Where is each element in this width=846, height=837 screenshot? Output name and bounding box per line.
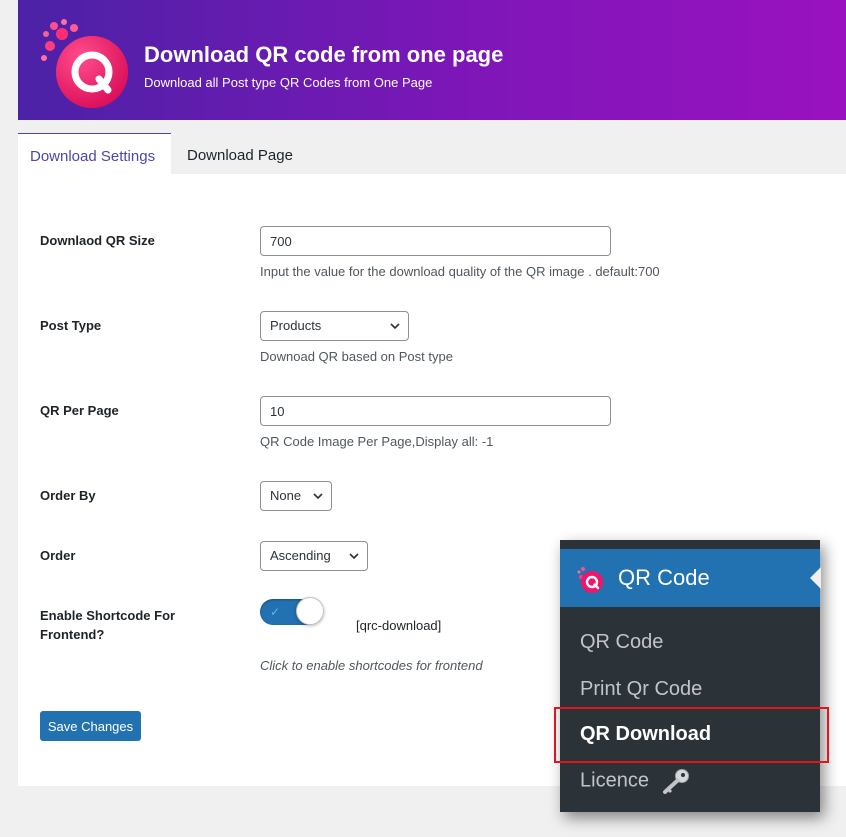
- menu-active-arrow: [810, 567, 821, 589]
- menu-item-qr-download[interactable]: QR Download: [580, 723, 711, 746]
- qr-logo-icon: [41, 19, 128, 108]
- shortcode-label-line2: Frontend?: [40, 627, 105, 642]
- order-label: Order: [40, 548, 76, 563]
- qr-size-description: Input the value for the download quality…: [260, 264, 660, 279]
- shortcode-label-line1: Enable Shortcode For: [40, 608, 176, 623]
- order-select[interactable]: Ascending: [260, 541, 368, 571]
- per-page-input[interactable]: [260, 396, 611, 426]
- post-type-selected: Products: [270, 318, 322, 333]
- chevron-down-icon: [349, 553, 359, 560]
- menu-item-licence[interactable]: Licence: [580, 768, 691, 794]
- post-type-description: Downoad QR based on Post type: [260, 349, 453, 364]
- order-by-select[interactable]: None: [260, 481, 332, 511]
- chevron-down-icon: [390, 323, 400, 330]
- post-type-select[interactable]: Products: [260, 311, 409, 341]
- menu-item-print-qr-code[interactable]: Print Qr Code: [580, 678, 702, 701]
- tab-download-page[interactable]: Download Page: [175, 133, 305, 174]
- per-page-label: QR Per Page: [40, 403, 119, 418]
- menu-title: QR Code: [618, 565, 710, 590]
- menu-item-qr-code[interactable]: QR Code: [580, 631, 663, 654]
- chevron-down-icon: [313, 493, 323, 500]
- page-subtitle: Download all Post type QR Codes from One…: [144, 75, 433, 90]
- save-changes-button[interactable]: Save Changes: [40, 711, 141, 741]
- qr-size-label: Downlaod QR Size: [40, 233, 155, 248]
- menu-item-licence-label: Licence: [580, 769, 649, 792]
- shortcode-label: Enable Shortcode For Frontend?: [40, 606, 175, 644]
- settings-tabs: Download Settings Download Page: [18, 133, 846, 174]
- order-by-selected: None: [270, 488, 302, 503]
- order-by-label: Order By: [40, 488, 96, 503]
- order-selected: Ascending: [270, 548, 331, 563]
- toggle-knob: [296, 597, 324, 625]
- page-title: Download QR code from one page: [144, 42, 504, 67]
- shortcode-text: [qrc-download]: [356, 618, 442, 633]
- qr-size-input[interactable]: [260, 226, 611, 256]
- post-type-label: Post Type: [40, 318, 102, 333]
- admin-menu-overlay: QR Code QR Code Print Qr Code QR Downloa…: [554, 540, 829, 812]
- per-page-description: QR Code Image Per Page,Display all: -1: [260, 434, 494, 449]
- plugin-header: Download QR code from one page Download …: [18, 0, 846, 120]
- tab-download-settings[interactable]: Download Settings: [18, 133, 171, 174]
- shortcode-toggle[interactable]: ✓: [260, 597, 324, 625]
- menu-header[interactable]: QR Code: [560, 549, 821, 607]
- shortcode-description: Click to enable shortcodes for frontend: [260, 658, 483, 673]
- qr-logo-icon: [577, 567, 603, 593]
- key-icon: [662, 769, 689, 794]
- check-icon: ✓: [270, 605, 281, 619]
